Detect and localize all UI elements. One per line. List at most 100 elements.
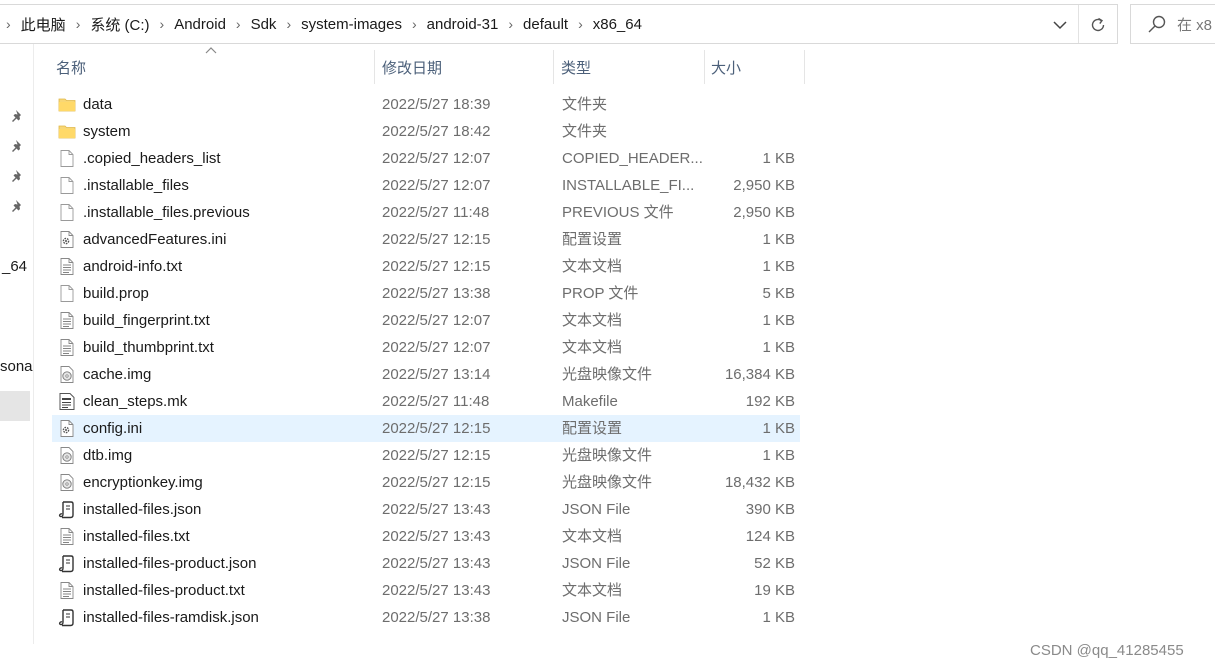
file-date: 2022/5/27 13:43 <box>382 528 491 545</box>
disc-image-icon <box>58 473 76 492</box>
chevron-right-icon[interactable]: › <box>70 16 87 32</box>
chevron-right-icon[interactable]: › <box>154 16 171 32</box>
column-divider[interactable] <box>804 50 805 84</box>
file-name: encryptionkey.img <box>83 474 203 491</box>
text-file-icon <box>58 257 76 276</box>
nav-item-personal[interactable]: sona <box>0 358 33 375</box>
file-type: 文本文档 <box>562 339 623 356</box>
folder-icon <box>58 122 76 141</box>
file-row[interactable]: .copied_headers_list 2022/5/27 12:07 COPIE… <box>52 145 800 172</box>
file-row[interactable]: .installable_files 2022/5/27 12:07 INSTALL… <box>52 172 800 199</box>
column-header-name[interactable]: 名称 <box>52 50 374 84</box>
file-size <box>702 91 795 118</box>
search-box[interactable]: 在 x8 <box>1130 4 1215 44</box>
breadcrumb-system-images[interactable]: system-images <box>297 16 406 33</box>
breadcrumb-default[interactable]: default <box>519 16 572 33</box>
file-size: 1 KB <box>762 339 795 356</box>
file-row[interactable]: installed-files-ramdisk.json 2022/5/27 13… <box>52 604 800 631</box>
chevron-right-icon[interactable]: › <box>406 16 423 32</box>
blank-file-icon <box>58 149 76 168</box>
file-row[interactable]: installed-files-product.json 2022/5/27 13… <box>52 550 800 577</box>
file-name: .installable_files <box>83 177 189 194</box>
file-type: Makefile <box>562 393 618 410</box>
file-row[interactable]: installed-files.txt 2022/5/27 13:43 文本文档 12… <box>52 523 800 550</box>
text-file-icon <box>58 581 76 600</box>
address-history-button[interactable] <box>1046 14 1074 36</box>
file-row[interactable]: encryptionkey.img 2022/5/27 12:15 光盘映像文件 18… <box>52 469 800 496</box>
chevron-right-icon[interactable]: › <box>280 16 297 32</box>
file-type: JSON File <box>562 609 631 626</box>
folder-icon <box>58 95 76 114</box>
file-row[interactable]: .installable_files.previous 2022/5/27 11:… <box>52 199 800 226</box>
refresh-icon <box>1091 17 1105 32</box>
file-type: PROP 文件 <box>562 285 639 302</box>
column-header-type-label: 类型 <box>561 59 592 77</box>
chevron-right-icon[interactable]: › <box>0 16 17 32</box>
file-name: installed-files.json <box>83 501 202 518</box>
file-name: clean_steps.mk <box>83 393 188 410</box>
file-date: 2022/5/27 12:15 <box>382 231 491 248</box>
chevron-right-icon[interactable]: › <box>502 16 519 32</box>
file-date: 2022/5/27 13:43 <box>382 555 491 572</box>
file-size: 2,950 KB <box>733 204 795 221</box>
chevron-right-icon[interactable]: › <box>572 16 589 32</box>
file-row[interactable]: advancedFeatures.ini 2022/5/27 12:15 配置设置 1… <box>52 226 800 253</box>
pin-icon[interactable] <box>10 198 26 214</box>
text-file-icon <box>58 338 76 357</box>
config-file-icon <box>58 230 76 249</box>
column-header-name-label: 名称 <box>56 59 87 77</box>
refresh-button[interactable] <box>1084 12 1112 38</box>
search-icon <box>1148 15 1166 33</box>
chevron-right-icon[interactable]: › <box>230 16 247 32</box>
config-file-icon <box>58 419 76 438</box>
column-header-size[interactable]: 大小 <box>705 50 804 84</box>
file-row[interactable]: config.ini 2022/5/27 12:15 配置设置 1 KB <box>52 415 800 442</box>
pin-icon[interactable] <box>10 138 26 154</box>
file-row[interactable]: cache.img 2022/5/27 13:14 光盘映像文件 16,384 KB <box>52 361 800 388</box>
breadcrumb-c-drive[interactable]: 系统 (C:) <box>86 14 153 35</box>
file-row[interactable]: build.prop 2022/5/27 13:38 PROP 文件 5 KB <box>52 280 800 307</box>
file-name: installed-files-ramdisk.json <box>83 609 259 626</box>
nav-item-selected[interactable] <box>0 391 30 421</box>
column-header-type[interactable]: 类型 <box>554 50 704 84</box>
breadcrumb: › 此电脑 › 系统 (C:) › Android › Sdk › system… <box>0 5 646 43</box>
address-bar[interactable]: › 此电脑 › 系统 (C:) › Android › Sdk › system… <box>0 4 1118 44</box>
file-row[interactable]: build_thumbprint.txt 2022/5/27 12:07 文本文档 1… <box>52 334 800 361</box>
file-row[interactable]: dtb.img 2022/5/27 12:15 光盘映像文件 1 KB <box>52 442 800 469</box>
file-date: 2022/5/27 18:42 <box>382 123 491 140</box>
file-name: dtb.img <box>83 447 133 464</box>
breadcrumb-x86-64[interactable]: x86_64 <box>589 16 646 33</box>
file-date: 2022/5/27 12:07 <box>382 312 491 329</box>
breadcrumb-android-31[interactable]: android-31 <box>423 16 503 33</box>
file-size: 18,432 KB <box>724 474 795 491</box>
column-header-date[interactable]: 修改日期 <box>375 50 553 84</box>
file-row[interactable]: data 2022/5/27 18:39 文件夹 <box>52 91 800 118</box>
breadcrumb-sdk[interactable]: Sdk <box>247 16 281 33</box>
file-name: config.ini <box>83 420 143 437</box>
file-row[interactable]: installed-files-product.txt 2022/5/27 13:… <box>52 577 800 604</box>
file-type: 配置设置 <box>562 231 623 248</box>
pin-icon[interactable] <box>10 108 26 124</box>
file-size: 5 KB <box>762 285 795 302</box>
file-size: 19 KB <box>754 582 795 599</box>
file-size: 52 KB <box>754 555 795 572</box>
file-size: 16,384 KB <box>724 366 795 383</box>
file-row[interactable]: clean_steps.mk 2022/5/27 11:48 Makefile 192… <box>52 388 800 415</box>
pin-icon[interactable] <box>10 168 26 184</box>
file-date: 2022/5/27 13:43 <box>382 501 491 518</box>
nav-item-x86-64[interactable]: _64 <box>2 258 27 275</box>
disc-image-icon <box>58 365 76 384</box>
file-name: build_thumbprint.txt <box>83 339 214 356</box>
file-date: 2022/5/27 12:15 <box>382 447 491 464</box>
file-row[interactable]: android-info.txt 2022/5/27 12:15 文本文档 1 KB <box>52 253 800 280</box>
file-size: 1 KB <box>762 150 795 167</box>
file-size: 2,950 KB <box>733 177 795 194</box>
file-row[interactable]: system 2022/5/27 18:42 文件夹 <box>52 118 800 145</box>
file-type: 光盘映像文件 <box>562 474 653 491</box>
file-row[interactable]: build_fingerprint.txt 2022/5/27 12:07 文本文档… <box>52 307 800 334</box>
file-type: COPIED_HEADER... <box>562 150 702 167</box>
breadcrumb-this-pc[interactable]: 此电脑 <box>17 14 70 35</box>
file-date: 2022/5/27 11:48 <box>382 393 490 410</box>
breadcrumb-android[interactable]: Android <box>170 16 230 33</box>
file-row[interactable]: installed-files.json 2022/5/27 13:43 JSON … <box>52 496 800 523</box>
